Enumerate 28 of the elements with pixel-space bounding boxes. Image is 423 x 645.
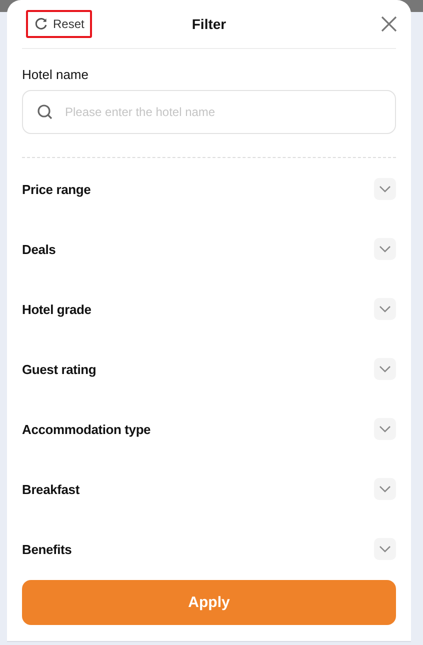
expand-button[interactable] <box>374 178 396 200</box>
expand-button[interactable] <box>374 538 396 560</box>
refresh-icon <box>34 17 48 31</box>
chevron-down-icon <box>379 425 391 433</box>
section-title[interactable]: Accommodation type <box>22 422 151 436</box>
hotel-name-field[interactable]: Please enter the hotel name <box>22 90 396 134</box>
chevron-down-icon <box>379 245 391 253</box>
expand-button[interactable] <box>374 478 396 500</box>
field-label: Hotel name <box>22 67 90 82</box>
expand-button[interactable] <box>374 418 396 440</box>
chevron-down-icon <box>379 365 391 373</box>
section-title[interactable]: Hotel grade <box>22 302 92 316</box>
expand-button[interactable] <box>374 358 396 380</box>
chevron-down-icon <box>379 485 391 493</box>
expand-button[interactable] <box>374 298 396 320</box>
section-title[interactable]: Deals <box>22 242 56 256</box>
reset-button[interactable]: Reset <box>26 10 92 38</box>
section-title[interactable]: Price range <box>22 182 91 196</box>
search-icon <box>37 104 53 120</box>
section-title[interactable]: Breakfast <box>22 482 80 496</box>
section-title[interactable]: Benefits <box>22 542 72 556</box>
chevron-down-icon <box>379 305 391 313</box>
section-title[interactable]: Guest rating <box>22 362 96 376</box>
close-icon[interactable] <box>381 16 397 32</box>
expand-button[interactable] <box>374 238 396 260</box>
dialog-title: Filter <box>192 16 226 32</box>
chevron-down-icon <box>379 185 391 193</box>
chevron-down-icon <box>379 545 391 553</box>
